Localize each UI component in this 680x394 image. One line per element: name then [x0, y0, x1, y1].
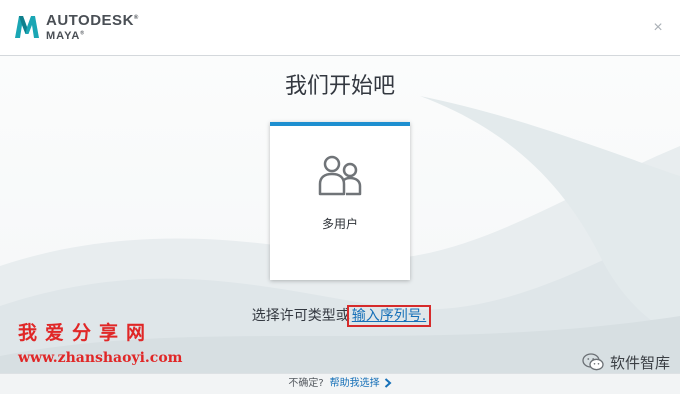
- card-label: 多用户: [321, 217, 358, 231]
- maya-m-logo-icon: [15, 16, 39, 38]
- maya-brand: MAYA®: [46, 30, 86, 42]
- chevron-right-icon[interactable]: [384, 378, 392, 388]
- autodesk-brand: AUTODESK®: [46, 12, 139, 29]
- enter-serial-link[interactable]: 输入序列号.: [346, 305, 432, 327]
- help-me-choose-link[interactable]: 帮助我选择: [330, 378, 380, 389]
- close-button[interactable]: ×: [650, 20, 666, 36]
- multi-user-card[interactable]: 多用户: [270, 122, 410, 280]
- wechat-label: 软件智库: [609, 353, 670, 372]
- watermark-title: 我爱分享网: [18, 322, 154, 344]
- app-header: AUTODESK® MAYA® ×: [0, 0, 680, 56]
- watermark-url: www.zhanshaoyi.com: [18, 350, 183, 366]
- license-selection-panel: 我们开始吧 多用户 选择许可类型或 输入序列号. 我爱分享网 www.zhansh…: [0, 56, 680, 394]
- footer-question: 不确定?: [288, 378, 324, 389]
- choice-prefix: 选择许可类型或: [251, 308, 350, 324]
- wechat-icon: [582, 353, 604, 371]
- wechat-watermark: 软件智库: [582, 351, 670, 373]
- multi-user-icon: [318, 155, 362, 196]
- page-title: 我们开始吧: [284, 74, 395, 99]
- footer-bar: 不确定? 帮助我选择: [0, 373, 680, 394]
